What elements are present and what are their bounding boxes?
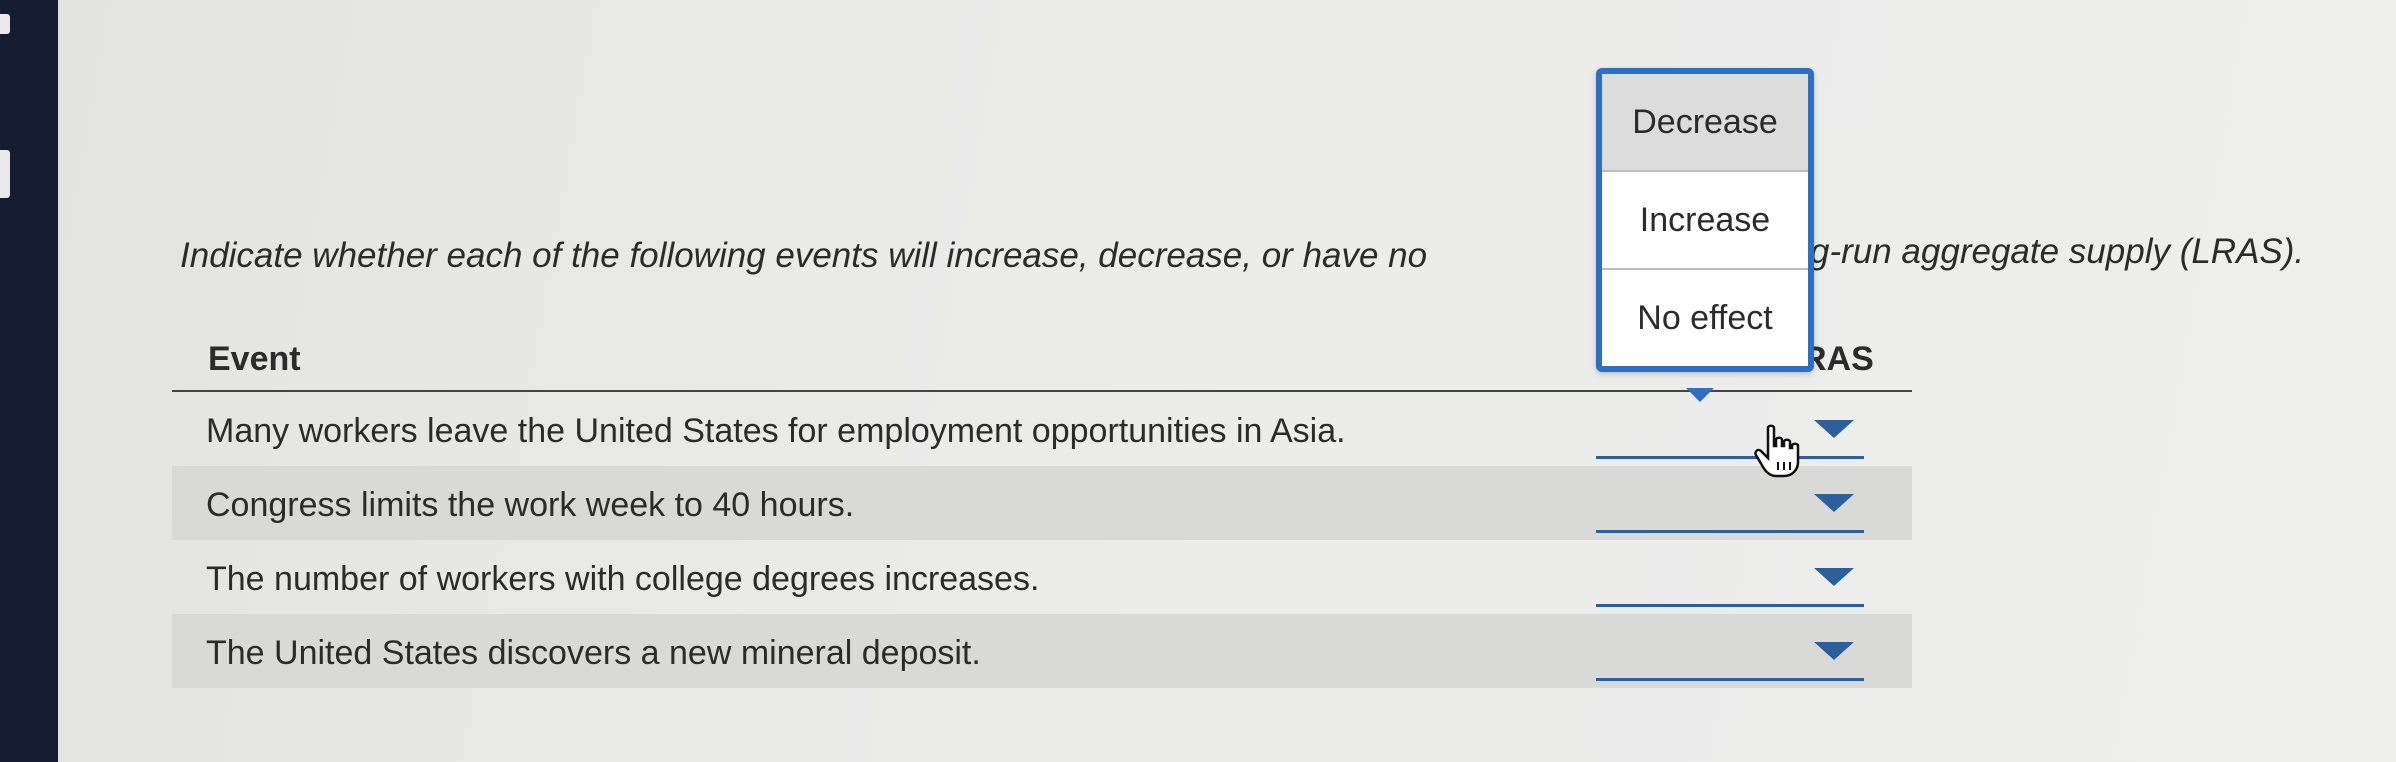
caret-down-icon[interactable] bbox=[1814, 494, 1854, 512]
dropdown-menu: Decrease Increase No effect bbox=[1596, 68, 1814, 372]
caret-down-icon[interactable] bbox=[1814, 420, 1854, 438]
menu-option-decrease[interactable]: Decrease bbox=[1602, 74, 1808, 172]
screen-bezel bbox=[0, 0, 58, 762]
bezel-highlight bbox=[0, 150, 10, 198]
event-text: The United States discovers a new minera… bbox=[206, 634, 981, 672]
event-text: Congress limits the work week to 40 hour… bbox=[206, 486, 855, 524]
header-event: Event bbox=[208, 340, 301, 378]
event-text: Many workers leave the United States for… bbox=[206, 412, 1346, 450]
lras-dropdown[interactable] bbox=[1596, 628, 1864, 681]
menu-option-no-effect[interactable]: No effect bbox=[1602, 270, 1808, 366]
table-row: The United States discovers a new minera… bbox=[172, 614, 1912, 688]
hand-pointer-icon bbox=[1754, 424, 1800, 478]
lras-dropdown[interactable] bbox=[1596, 554, 1864, 607]
events-table: Event RAS Many workers leave the United … bbox=[172, 322, 1912, 688]
menu-pointer bbox=[1686, 388, 1714, 402]
lras-dropdown[interactable] bbox=[1596, 480, 1864, 533]
table-row: The number of workers with college degre… bbox=[172, 540, 1912, 614]
instruction-text-tail: g-run aggregate supply (LRAS). bbox=[1810, 232, 2305, 271]
caret-down-icon[interactable] bbox=[1814, 568, 1854, 586]
lras-dropdown[interactable] bbox=[1596, 406, 1864, 459]
table-row: Many workers leave the United States for… bbox=[172, 392, 1912, 466]
event-text: The number of workers with college degre… bbox=[206, 560, 1040, 598]
menu-option-increase[interactable]: Increase bbox=[1602, 172, 1808, 270]
bezel-highlight bbox=[0, 14, 10, 34]
instruction-text: Indicate whether each of the following e… bbox=[180, 236, 1428, 275]
caret-down-icon[interactable] bbox=[1814, 642, 1854, 660]
table-row: Congress limits the work week to 40 hour… bbox=[172, 466, 1912, 540]
